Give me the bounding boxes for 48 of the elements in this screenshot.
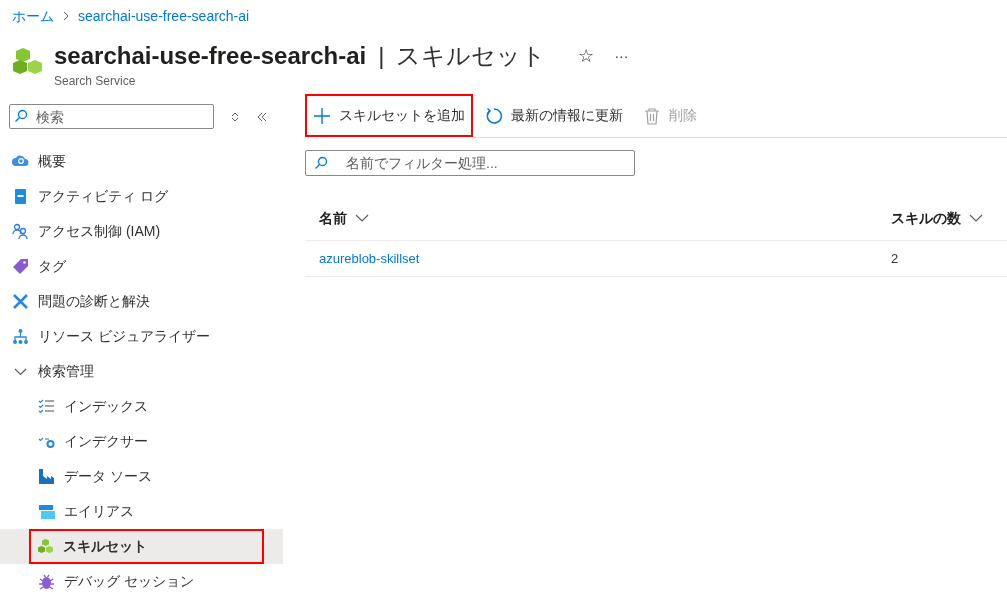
- toolbar-button[interactable]: スキルセットを追加: [305, 94, 473, 137]
- chevron-icon: [969, 214, 983, 222]
- checklist-icon: [38, 398, 55, 415]
- factory-icon: [38, 468, 55, 485]
- sidebar-item[interactable]: タグ: [0, 249, 283, 284]
- sort-icon[interactable]: [230, 110, 240, 123]
- sidebar-item[interactable]: アクセス制御 (IAM): [0, 214, 283, 249]
- plus-icon: [313, 106, 331, 125]
- column-header[interactable]: スキルの数: [891, 207, 983, 229]
- search-field[interactable]: 検索: [9, 104, 214, 129]
- sidebar-item[interactable]: 概要: [0, 144, 283, 179]
- table-cell-text: 2: [891, 249, 899, 268]
- sidebar-item[interactable]: エイリアス: [0, 494, 283, 529]
- favorite-button[interactable]: ☆: [578, 42, 595, 70]
- toolbar-button[interactable]: 最新の情報に更新: [477, 94, 631, 137]
- skillset-link[interactable]: azureblob-skillset: [319, 248, 891, 269]
- trash-icon: [643, 106, 661, 125]
- page-title: searchai-use-free-search-ai: [54, 41, 367, 71]
- sidebar-item[interactable]: データ ソース: [0, 459, 283, 494]
- hierarchy-icon: [12, 328, 29, 345]
- people-icon: [12, 223, 29, 240]
- refresh-icon: [485, 106, 503, 125]
- chevron-icon: [62, 11, 70, 21]
- book-icon: [12, 188, 29, 205]
- sidebar-item[interactable]: リソース ビジュアライザー: [0, 319, 283, 354]
- page-section-title: スキルセット: [396, 41, 547, 71]
- sidebar-item[interactable]: 検索管理: [0, 354, 283, 389]
- filter-field[interactable]: 名前でフィルター処理...: [305, 150, 635, 176]
- sidebar-item[interactable]: アクティビティ ログ: [0, 179, 283, 214]
- bug-icon: [38, 573, 55, 590]
- sidebar-item[interactable]: 問題の診断と解決: [0, 284, 283, 319]
- collapse-icon[interactable]: [256, 110, 268, 123]
- tools-icon: [12, 293, 29, 310]
- tag-icon: [12, 258, 29, 275]
- column-header[interactable]: 名前: [319, 207, 891, 229]
- cubes-icon: [37, 538, 54, 555]
- window-icon: [38, 503, 55, 520]
- search-icon: [314, 156, 328, 170]
- sidebar-item[interactable]: インデクサー: [0, 424, 283, 459]
- breadcrumb-link[interactable]: ホーム: [12, 5, 54, 27]
- more-button[interactable]: ···: [614, 45, 629, 67]
- resource-type: Search Service: [54, 73, 137, 90]
- chevron-icon: [355, 214, 369, 222]
- breadcrumb-link[interactable]: searchai-use-free-search-ai: [78, 5, 250, 27]
- title-separator: |: [378, 41, 385, 71]
- search-icon: [14, 109, 28, 123]
- sidebar-item[interactable]: デバッグ セッション: [0, 564, 283, 598]
- sidebar-item[interactable]: インデックス: [0, 389, 283, 424]
